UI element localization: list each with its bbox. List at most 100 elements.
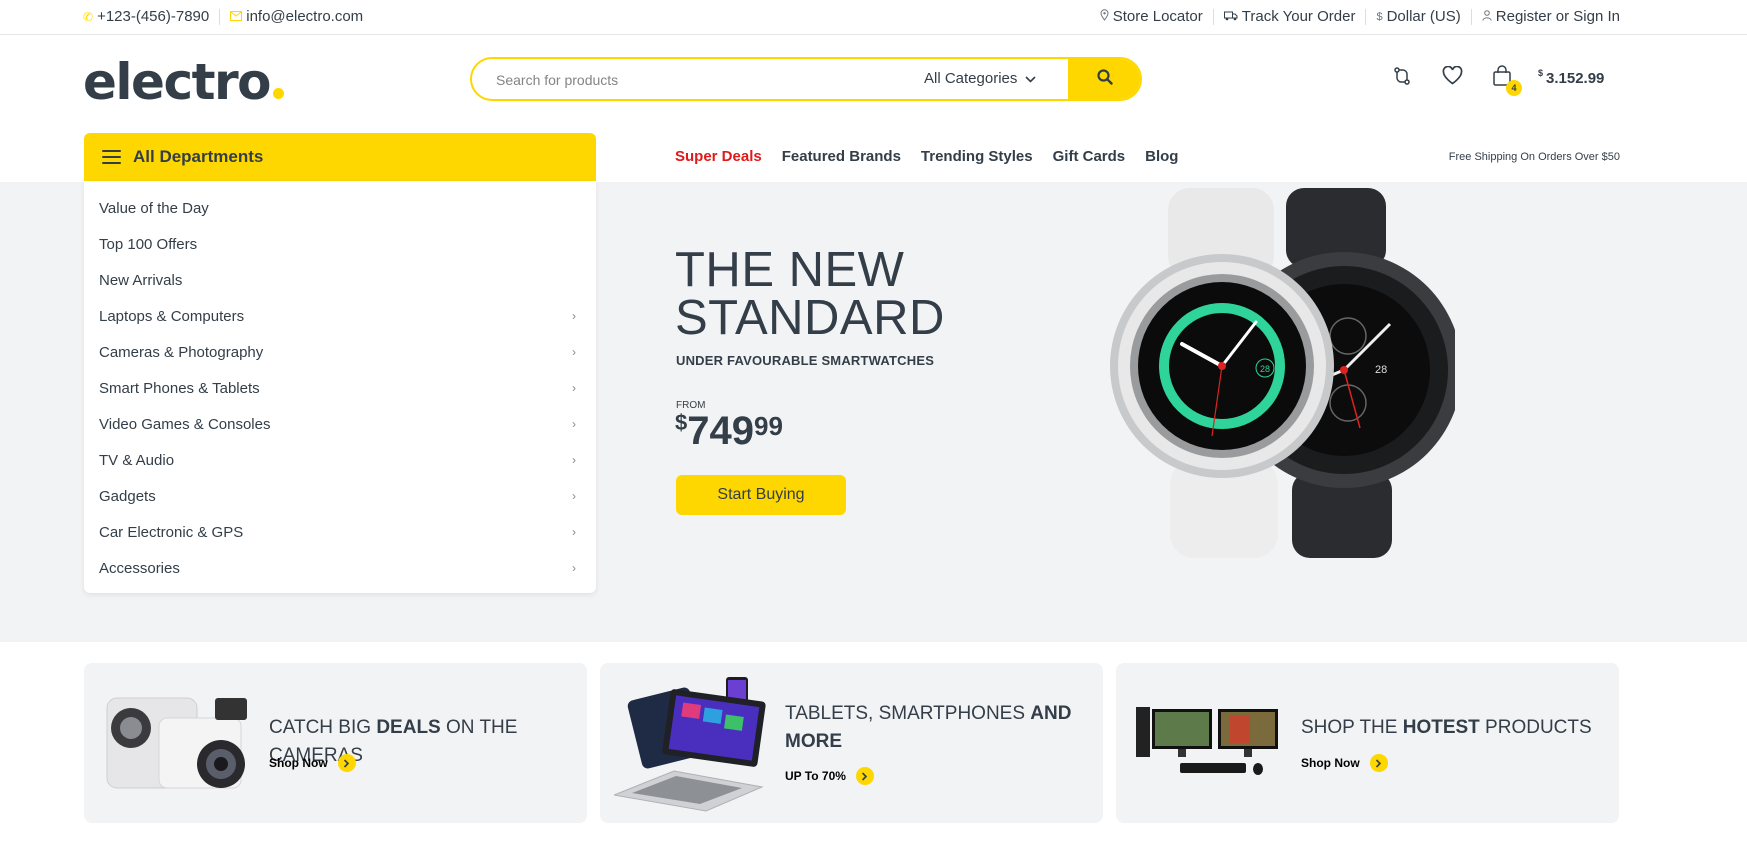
wishlist-button[interactable] [1440, 65, 1464, 90]
dollar-icon: $ [1376, 10, 1383, 23]
department-item[interactable]: Accessories › [84, 550, 596, 586]
truck-icon [1223, 8, 1238, 25]
nav-link-gift-cards[interactable]: Gift Cards [1053, 148, 1126, 165]
top-bar: ✆ +123-(456)-7890 info@electro.com Store… [0, 0, 1747, 35]
banner-title-post: PRODUCTS [1479, 717, 1592, 738]
menu-icon [102, 150, 121, 164]
department-item-label: Value of the Day [99, 199, 209, 217]
cart-currency: $ [1538, 67, 1544, 78]
department-item-label: Accessories [99, 559, 180, 577]
all-departments-toggle[interactable]: All Departments [84, 133, 596, 181]
currency-selector[interactable]: $ Dollar (US) [1376, 8, 1460, 25]
department-item[interactable]: New Arrivals [84, 262, 596, 298]
search-button[interactable] [1068, 59, 1140, 99]
department-item-label: Smart Phones & Tablets [99, 379, 260, 397]
banner-cta[interactable]: UP To 70% [785, 767, 874, 785]
department-item[interactable]: Cameras & Photography › [84, 334, 596, 370]
hero-subtitle: UNDER FAVOURABLE SMARTWATCHES [676, 353, 935, 368]
compare-icon [1392, 66, 1412, 91]
search-input[interactable] [496, 69, 876, 91]
currency-label: Dollar (US) [1386, 8, 1461, 25]
department-item-label: Cameras & Photography [99, 343, 264, 361]
divider [1470, 8, 1472, 25]
store-locator-label: Store Locator [1112, 8, 1203, 25]
nav-link-super-deals[interactable]: Super Deals [675, 148, 762, 165]
logo[interactable]: electro [83, 52, 285, 112]
banner-hotest[interactable]: SHOP THE HOTEST PRODUCTS Shop Now [1116, 663, 1619, 823]
monitors-image [1136, 707, 1278, 775]
banner-cta[interactable]: Shop Now [1301, 754, 1388, 772]
departments-menu: Value of the Day Top 100 Offers New Arri… [84, 181, 596, 593]
chevron-right-icon: › [572, 345, 576, 359]
department-item[interactable]: Gadgets › [84, 478, 596, 514]
banner-title: TABLETS, SMARTPHONES AND MORE [785, 700, 1103, 756]
banner-title-bold: HOTEST [1402, 717, 1480, 738]
watch-date-right: 28 [1375, 364, 1387, 376]
banner-title-pre: CATCH BIG [269, 717, 377, 738]
phone-icon: ✆ [83, 9, 94, 24]
map-pin-icon [1100, 8, 1109, 25]
category-dropdown-label: All Categories [924, 70, 1018, 87]
track-order-link[interactable]: Track Your Order [1223, 8, 1356, 25]
hero-title-line-2: STANDARD [675, 291, 945, 345]
department-item[interactable]: TV & Audio › [84, 442, 596, 478]
banner-cta[interactable]: Shop Now [269, 754, 356, 772]
cart-total-value: 3.152.99 [1546, 69, 1605, 87]
divider [1212, 8, 1214, 25]
banner-title: SHOP THE HOTEST PRODUCTS [1301, 714, 1592, 742]
department-item[interactable]: Car Electronic & GPS › [84, 514, 596, 550]
chevron-right-icon: › [572, 489, 576, 503]
hero-title-line-1: THE NEW [675, 243, 905, 297]
department-item-label: New Arrivals [99, 271, 183, 289]
chevron-right-icon: › [572, 453, 576, 467]
price-decimal: 99 [754, 411, 783, 441]
start-buying-button[interactable]: Start Buying [676, 475, 846, 515]
chevron-down-icon [1025, 70, 1036, 87]
department-item-label: Gadgets [99, 487, 156, 505]
cart-button[interactable]: 4 [1490, 64, 1522, 96]
divider [1365, 8, 1367, 25]
banner-tablets[interactable]: TABLETS, SMARTPHONES AND MORE UP To 70% [600, 663, 1103, 823]
chevron-right-icon: › [572, 381, 576, 395]
nav-link-featured-brands[interactable]: Featured Brands [782, 148, 901, 165]
camera-image [106, 697, 247, 789]
hero-title: THE NEW STANDARD [675, 243, 945, 345]
phone-contact[interactable]: ✆ +123-(456)-7890 [83, 8, 209, 25]
department-item-label: TV & Audio [99, 451, 175, 469]
main-nav: Super Deals Featured Brands Trending Sty… [675, 148, 1198, 165]
account-link[interactable]: Register or Sign In [1482, 8, 1620, 25]
store-locator-link[interactable]: Store Locator [1100, 8, 1203, 25]
department-item-label: Laptops & Computers [99, 307, 245, 325]
nav-link-blog[interactable]: Blog [1145, 148, 1178, 165]
banner-cta-label: UP To 70% [785, 769, 846, 783]
cart-total[interactable]: $ 3.152.99 [1538, 67, 1605, 87]
department-item[interactable]: Smart Phones & Tablets › [84, 370, 596, 406]
chevron-right-icon: › [572, 417, 576, 431]
watch-date-left: 28 [1260, 364, 1270, 374]
department-item[interactable]: Top 100 Offers [84, 226, 596, 262]
compare-button[interactable] [1390, 66, 1414, 90]
email-contact[interactable]: info@electro.com [230, 8, 363, 25]
category-dropdown[interactable]: All Categories [924, 70, 1036, 87]
department-item[interactable]: Laptops & Computers › [84, 298, 596, 334]
department-item[interactable]: Value of the Day [84, 190, 596, 226]
department-item-label: Video Games & Consoles [99, 415, 271, 433]
banner-title-pre: SHOP THE [1301, 717, 1403, 738]
logo-text: electro [83, 53, 272, 111]
track-order-label: Track Your Order [1241, 8, 1356, 25]
free-shipping-note: Free Shipping On Orders Over $50 [1448, 151, 1620, 163]
price-currency: $ [675, 410, 688, 435]
search-icon [1097, 68, 1113, 90]
department-item[interactable]: Video Games & Consoles › [84, 406, 596, 442]
cart-count-badge: 4 [1506, 80, 1522, 96]
mail-icon [230, 8, 243, 25]
chevron-right-icon [337, 754, 356, 772]
department-item-label: Top 100 Offers [99, 235, 198, 253]
chevron-right-icon: › [572, 525, 576, 539]
chevron-right-icon: › [572, 561, 576, 575]
banner-cameras[interactable]: CATCH BIG DEALS ON THE CAMERAS Shop Now [84, 663, 587, 823]
banner-cta-label: Shop Now [1301, 756, 1360, 770]
banner-title-bold: DEALS [376, 717, 441, 738]
user-icon [1482, 8, 1492, 25]
nav-link-trending-styles[interactable]: Trending Styles [921, 148, 1033, 165]
